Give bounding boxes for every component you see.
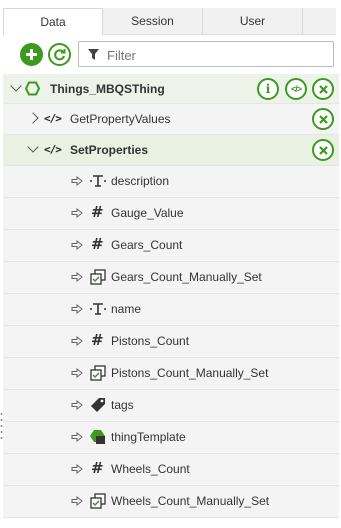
parameter-row[interactable]: Wheels_Count_Manually_Set <box>3 486 339 518</box>
tab-data[interactable]: Data <box>3 8 103 35</box>
boolean-type-icon <box>90 365 106 381</box>
remove-service-button[interactable] <box>312 108 334 130</box>
tree-service-getpropertyvalues[interactable]: </> GetPropertyValues <box>3 104 339 135</box>
filter-box <box>78 41 334 67</box>
arrow-right-icon <box>71 336 83 346</box>
code-icon: </> <box>290 84 302 94</box>
boolean-type-icon <box>90 493 106 509</box>
chevron-right-icon[interactable] <box>27 112 39 124</box>
parameter-label: Gears_Count <box>111 238 183 252</box>
tab-bar: Data Session User <box>3 8 336 35</box>
parameter-label: Gauge_Value <box>111 206 184 220</box>
arrow-right-icon <box>71 464 83 474</box>
remove-thing-button[interactable] <box>312 78 334 100</box>
code-icon: </> <box>44 143 62 156</box>
arrow-right-icon <box>71 208 83 218</box>
info-icon: i <box>265 82 271 96</box>
arrow-right-icon <box>71 272 83 282</box>
parameter-row[interactable]: description <box>3 166 339 198</box>
arrow-right-icon <box>71 496 83 506</box>
arrow-right-icon <box>71 176 83 186</box>
parameter-label: Gears_Count_Manually_Set <box>111 270 262 284</box>
parameter-row[interactable]: # Wheels_Count <box>3 454 339 486</box>
root-thing-label: Things_MBQSThing <box>50 82 165 96</box>
remove-service-button[interactable] <box>312 139 334 161</box>
code-view-button[interactable]: </> <box>285 78 307 100</box>
parameter-label: thingTemplate <box>111 430 186 444</box>
parameter-row[interactable]: # Pistons_Count <box>3 326 339 358</box>
parameter-row[interactable]: Pistons_Count_Manually_Set <box>3 358 339 390</box>
parameter-label: Wheels_Count_Manually_Set <box>111 494 270 508</box>
tree-root-thing[interactable]: Things_MBQSThing i </> <box>3 74 339 104</box>
tab-user[interactable]: User <box>203 8 303 34</box>
parameter-label: tags <box>111 398 134 412</box>
parameter-row[interactable]: # Gears_Count <box>3 230 339 262</box>
plus-circle-icon <box>26 49 37 60</box>
close-icon <box>318 114 328 124</box>
parameter-label: Pistons_Count_Manually_Set <box>111 366 269 380</box>
parameter-label: name <box>111 302 142 316</box>
hexagon-icon <box>25 81 40 96</box>
splitter-handle[interactable] <box>0 410 3 446</box>
chevron-down-icon[interactable] <box>27 141 39 153</box>
data-tree: Things_MBQSThing i </> </> GetPropertyVa… <box>3 74 339 518</box>
code-icon: </> <box>44 112 62 125</box>
text-type-icon <box>90 175 106 187</box>
arrow-right-icon <box>71 240 83 250</box>
number-type-icon: # <box>91 203 104 221</box>
refresh-circle-icon <box>54 49 66 61</box>
parameter-row[interactable]: # Gauge_Value <box>3 198 339 230</box>
number-type-icon: # <box>91 331 104 349</box>
arrow-right-icon <box>71 304 83 314</box>
tag-icon <box>91 398 105 412</box>
service-label: SetProperties <box>70 143 149 157</box>
boolean-type-icon <box>90 269 106 285</box>
toolbar <box>0 38 341 72</box>
refresh-button[interactable] <box>48 43 71 66</box>
funnel-icon <box>88 49 99 60</box>
thing-template-icon <box>90 430 105 444</box>
parameter-row[interactable]: thingTemplate <box>3 422 339 454</box>
arrow-right-icon <box>71 400 83 410</box>
number-type-icon: # <box>91 459 104 477</box>
parameter-label: Wheels_Count <box>111 462 190 476</box>
info-button[interactable]: i <box>257 78 279 100</box>
parameter-label: description <box>111 174 170 188</box>
close-icon <box>318 84 328 94</box>
tab-session[interactable]: Session <box>103 8 203 34</box>
parameter-label: Pistons_Count <box>111 334 190 348</box>
add-button[interactable] <box>20 43 43 66</box>
parameter-row[interactable]: name <box>3 294 339 326</box>
number-type-icon: # <box>91 235 104 253</box>
filter-input[interactable] <box>105 44 329 66</box>
parameter-row[interactable]: Gears_Count_Manually_Set <box>3 262 339 294</box>
tree-service-setproperties[interactable]: </> SetProperties <box>3 135 339 166</box>
chevron-down-icon[interactable] <box>10 80 22 92</box>
text-type-icon <box>90 303 106 315</box>
arrow-right-icon <box>71 368 83 378</box>
service-label: GetPropertyValues <box>70 112 171 126</box>
arrow-right-icon <box>71 432 83 442</box>
close-icon <box>318 145 328 155</box>
parameter-row[interactable]: tags <box>3 390 339 422</box>
